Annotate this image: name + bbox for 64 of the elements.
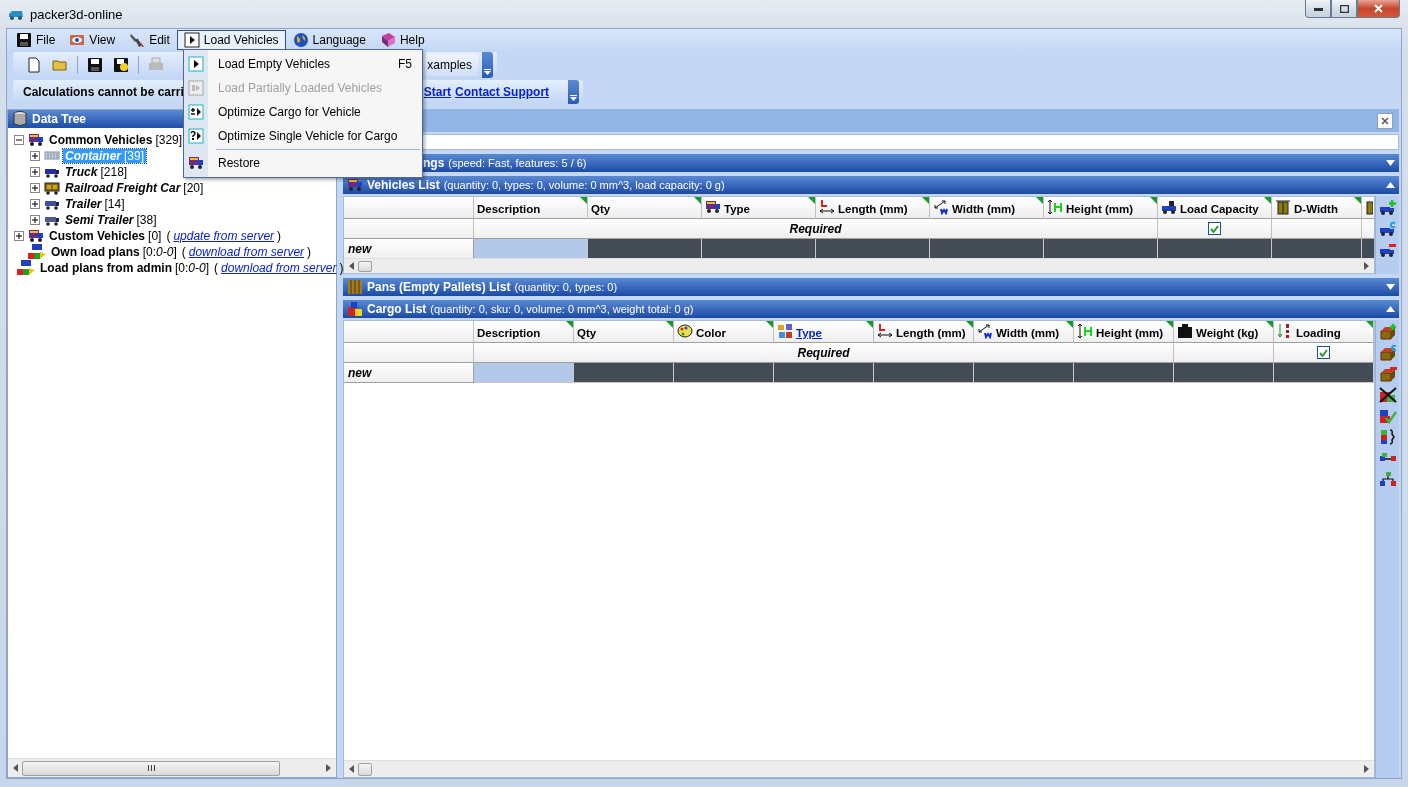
help-link[interactable]: Contact Support — [455, 85, 550, 99]
tree-item[interactable]: Semi Trailer [38] — [63, 213, 159, 227]
menu-item[interactable]: Load Vehicles — [176, 30, 286, 50]
help-link[interactable]: Start — [423, 85, 452, 99]
menu-item[interactable]: View — [62, 30, 123, 50]
tree-item[interactable]: Custom Vehicles [0] — [47, 229, 164, 243]
menu-item[interactable]: Edit — [122, 30, 177, 50]
tree-item[interactable]: Railroad Freight Car [20] — [63, 181, 206, 195]
column-header[interactable]: Length (mm) — [874, 321, 974, 343]
section-details: (quantity: 0, types: 0) — [514, 281, 618, 293]
bracket-text: ( — [214, 261, 219, 275]
server-link[interactable]: download from server — [221, 261, 337, 275]
warning-message: Calculations cannot be carri — [23, 85, 184, 99]
column-header[interactable]: Height (mm) — [1044, 197, 1158, 219]
section-details: (quantity: 0, sku: 0, volume: 0 mm^3, weight total: 0 g) — [430, 303, 694, 315]
examples-tab[interactable]: xamples — [425, 54, 478, 76]
menu-item[interactable]: Load Empty Vehicles F5 — [184, 52, 422, 76]
section-title: Cargo List — [367, 302, 427, 316]
row-label: new — [344, 239, 474, 258]
column-header[interactable]: Qty — [588, 197, 702, 219]
tree-item[interactable]: Own load plans [0:0-0] — [49, 245, 179, 259]
tree-item[interactable]: Common Vehicles [329] — [47, 133, 185, 147]
column-header[interactable]: Weight (kg) — [1174, 321, 1274, 343]
column-header[interactable]: Load Capacity — [1158, 197, 1272, 219]
window-title: packer3d-online — [30, 6, 123, 22]
menu-item[interactable]: Help — [372, 30, 432, 50]
menu-item[interactable]: File — [9, 30, 63, 50]
section-details: (speed: Fast, features: 5 / 6) — [448, 157, 587, 169]
bracket-text: ) — [339, 261, 344, 275]
column-header[interactable]: Loading — [1274, 321, 1374, 343]
menu-item[interactable]: Optimize Single Vehicle for Cargo — [184, 124, 422, 148]
section-title: Pans (Empty Pallets) List — [367, 280, 511, 294]
required-label: Required — [474, 343, 1174, 363]
section-title: ngs — [423, 156, 445, 170]
column-header[interactable]: Type — [702, 197, 816, 219]
server-link[interactable]: update from server — [173, 229, 275, 243]
section-header-bar[interactable]: Vehicles List (quantity: 0, types: 0, volume: 0 mm^3, load capacity: 0 g) — [343, 176, 1399, 194]
column-header[interactable]: Width (mm) — [930, 197, 1044, 219]
column-header[interactable]: Description — [474, 197, 588, 219]
column-header[interactable]: Width (mm) — [974, 321, 1074, 343]
row-label: new — [344, 363, 474, 383]
bracket-text: ( — [181, 245, 186, 259]
bracket-text: ) — [307, 245, 312, 259]
menu-item[interactable]: Optimize Cargo for Vehicle — [184, 100, 422, 124]
column-header[interactable]: Description — [474, 321, 574, 343]
tree-item[interactable]: Truck [218] — [63, 165, 130, 179]
bracket-text: ( — [166, 229, 171, 243]
column-header[interactable]: Color — [674, 321, 774, 343]
tree-item[interactable]: Load plans from admin [0:0-0] — [38, 261, 212, 275]
column-header[interactable]: Type — [774, 321, 874, 343]
tree-item[interactable]: Trailer [14] — [63, 197, 127, 211]
column-header[interactable]: D-Width — [1272, 197, 1362, 219]
required-label: Required — [474, 219, 1158, 239]
section-title: Vehicles List — [367, 178, 440, 192]
column-header[interactable]: Qty — [574, 321, 674, 343]
section-header-bar[interactable]: Cargo List (quantity: 0, sku: 0, volume: 0 mm^3, weight total: 0 g) — [343, 300, 1399, 318]
server-link[interactable]: download from server — [188, 245, 305, 259]
bracket-text: ) — [277, 229, 282, 243]
section-header-bar[interactable]: Pans (Empty Pallets) List (quantity: 0, types: 0) — [343, 278, 1399, 296]
column-header[interactable]: Length (mm) — [816, 197, 930, 219]
menu-item[interactable]: Language — [285, 30, 373, 50]
section-details: (quantity: 0, types: 0, volume: 0 mm^3, load capacity: 0 g) — [443, 179, 725, 191]
column-header[interactable]: Height (mm) — [1074, 321, 1174, 343]
panel-title: Data Tree — [32, 112, 87, 126]
